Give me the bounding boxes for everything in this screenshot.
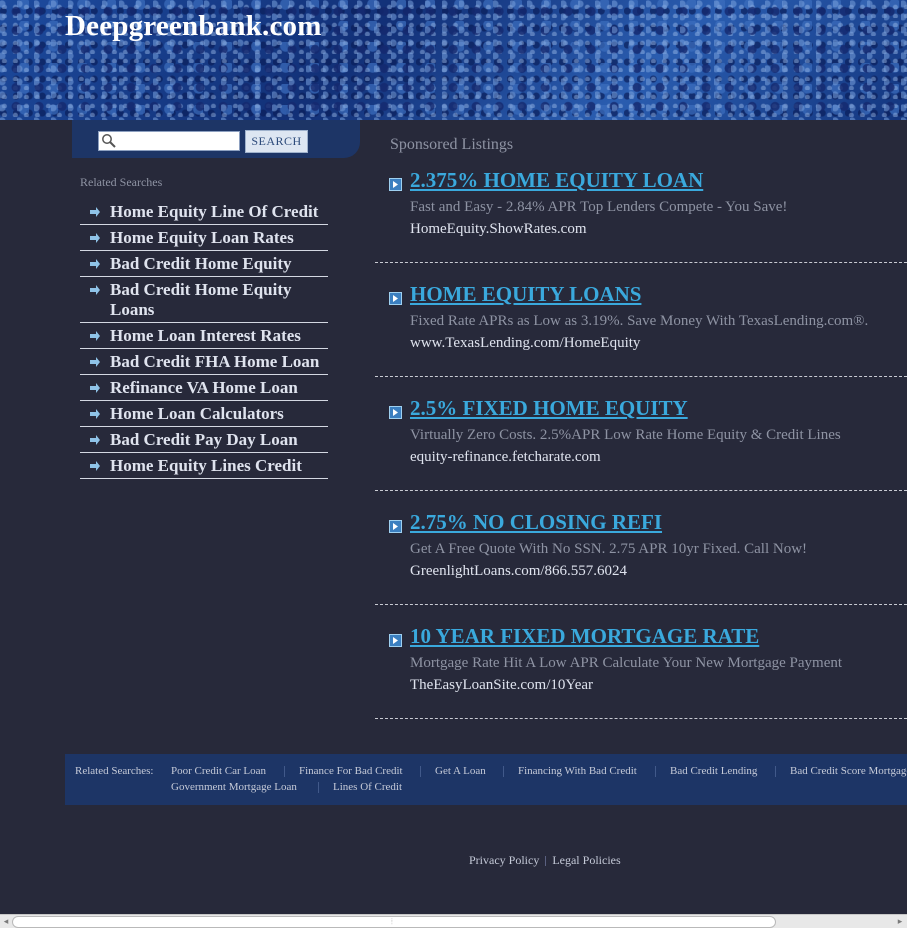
related-item-label: Bad Credit FHA Home Loan <box>110 352 320 371</box>
scrollbar-thumb[interactable]: ⦙ <box>12 916 776 928</box>
related-item[interactable]: Refinance VA Home Loan <box>80 375 328 401</box>
arrow-bullet-icon <box>90 331 100 341</box>
magnifier-icon <box>102 134 116 148</box>
footer-link[interactable]: Lines Of Credit <box>333 781 402 793</box>
ad-url[interactable]: GreenlightLoans.com/866.557.6024 <box>410 563 627 580</box>
footer-related-label: Related Searches: <box>75 765 154 777</box>
search-field[interactable] <box>98 131 240 151</box>
ad-listing: 2.375% HOME EQUITY LOAN Fast and Easy - … <box>375 148 907 263</box>
related-item[interactable]: Home Loan Interest Rates <box>80 323 328 349</box>
related-item[interactable]: Home Equity Line Of Credit <box>80 199 328 225</box>
bottom-links: Privacy Policy Legal Policies <box>469 853 621 868</box>
search-button[interactable]: SEARCH <box>245 130 308 153</box>
related-item-label: Refinance VA Home Loan <box>110 378 298 397</box>
arrow-box-icon <box>389 634 402 647</box>
footer-divider <box>655 766 656 777</box>
related-item-label: Bad Credit Pay Day Loan <box>110 430 298 449</box>
footer-link[interactable]: Get A Loan <box>435 765 486 777</box>
horizontal-scrollbar[interactable]: ◂ ⦙ ▸ <box>0 914 907 928</box>
related-item-label: Bad Credit Home Equity Loans <box>110 280 292 319</box>
related-searches-label: Related Searches <box>80 175 163 189</box>
related-item-label: Home Equity Loan Rates <box>110 228 294 247</box>
footer-related-bar: Related Searches: Poor Credit Car Loan F… <box>65 754 907 805</box>
legal-policies-link[interactable]: Legal Policies <box>552 853 620 867</box>
site-title[interactable]: Deepgreenbank.com <box>65 10 322 43</box>
related-item[interactable]: Bad Credit FHA Home Loan <box>80 349 328 375</box>
arrow-bullet-icon <box>90 259 100 269</box>
arrow-box-icon <box>389 178 402 191</box>
ad-title-link[interactable]: 2.375% HOME EQUITY LOAN <box>410 168 703 193</box>
header-banner: Deepgreenbank.com <box>0 0 907 120</box>
ad-description: Virtually Zero Costs. 2.5%APR Low Rate H… <box>410 427 841 443</box>
ad-listing: 10 YEAR FIXED MORTGAGE RATE Mortgage Rat… <box>375 604 907 719</box>
arrow-bullet-icon <box>90 285 100 295</box>
arrow-bullet-icon <box>90 207 100 217</box>
search-input[interactable] <box>117 132 237 148</box>
related-searches-list: Home Equity Line Of Credit Home Equity L… <box>80 199 328 479</box>
related-item[interactable]: Home Equity Lines Credit <box>80 453 328 479</box>
ad-url[interactable]: HomeEquity.ShowRates.com <box>410 221 587 238</box>
footer-link[interactable]: Bad Credit Lending <box>670 765 757 777</box>
footer-link[interactable]: Finance For Bad Credit <box>299 765 403 777</box>
privacy-policy-link[interactable]: Privacy Policy <box>469 853 539 867</box>
footer-divider <box>420 766 421 777</box>
related-item[interactable]: Home Loan Calculators <box>80 401 328 427</box>
ad-listing: HOME EQUITY LOANS Fixed Rate APRs as Low… <box>375 262 907 377</box>
arrow-bullet-icon <box>90 461 100 471</box>
related-item[interactable]: Bad Credit Home Equity <box>80 251 328 277</box>
related-item-label: Bad Credit Home Equity <box>110 254 292 273</box>
footer-divider <box>503 766 504 777</box>
related-item-label: Home Equity Lines Credit <box>110 456 302 475</box>
ad-url[interactable]: TheEasyLoanSite.com/10Year <box>410 677 593 694</box>
footer-divider <box>284 766 285 777</box>
related-item-label: Home Loan Interest Rates <box>110 326 301 345</box>
footer-link[interactable]: Financing With Bad Credit <box>518 765 637 777</box>
footer-divider <box>775 766 776 777</box>
footer-link[interactable]: Bad Credit Score Mortgage <box>790 765 907 777</box>
arrow-box-icon <box>389 520 402 533</box>
ad-description: Fixed Rate APRs as Low as 3.19%. Save Mo… <box>410 313 869 329</box>
ad-url[interactable]: equity-refinance.fetcharate.com <box>410 449 601 466</box>
footer-link[interactable]: Government Mortgage Loan <box>171 781 297 793</box>
related-item[interactable]: Bad Credit Pay Day Loan <box>80 427 328 453</box>
arrow-bullet-icon <box>90 233 100 243</box>
related-item-label: Home Loan Calculators <box>110 404 284 423</box>
ad-title-link[interactable]: 2.5% FIXED HOME EQUITY <box>410 396 688 421</box>
arrow-bullet-icon <box>90 357 100 367</box>
arrow-box-icon <box>389 406 402 419</box>
ad-description: Fast and Easy - 2.84% APR Top Lenders Co… <box>410 199 788 215</box>
page: Deepgreenbank.com SEARCH Related Searche… <box>0 0 907 928</box>
bottom-link-divider <box>545 856 547 867</box>
ad-listing: 2.75% NO CLOSING REFI Get A Free Quote W… <box>375 490 907 605</box>
ad-description: Mortgage Rate Hit A Low APR Calculate Yo… <box>410 655 843 671</box>
scrollbar-grip-icon: ⦙ <box>391 917 393 926</box>
footer-link[interactable]: Poor Credit Car Loan <box>171 765 266 777</box>
ad-listing: 2.5% FIXED HOME EQUITY Virtually Zero Co… <box>375 376 907 491</box>
ad-title-link[interactable]: HOME EQUITY LOANS <box>410 282 641 307</box>
ad-title-link[interactable]: 10 YEAR FIXED MORTGAGE RATE <box>410 624 759 649</box>
ad-url[interactable]: www.TexasLending.com/HomeEquity <box>410 335 640 352</box>
footer-divider <box>318 782 319 793</box>
related-item[interactable]: Home Equity Loan Rates <box>80 225 328 251</box>
ad-title-link[interactable]: 2.75% NO CLOSING REFI <box>410 510 662 535</box>
arrow-bullet-icon <box>90 409 100 419</box>
arrow-box-icon <box>389 292 402 305</box>
scroll-right-arrow-icon[interactable]: ▸ <box>895 916 905 928</box>
ad-description: Get A Free Quote With No SSN. 2.75 APR 1… <box>410 541 808 557</box>
search-panel: SEARCH <box>72 120 360 158</box>
arrow-bullet-icon <box>90 383 100 393</box>
related-item[interactable]: Bad Credit Home Equity Loans <box>80 277 328 323</box>
related-item-label: Home Equity Line Of Credit <box>110 202 319 221</box>
arrow-bullet-icon <box>90 435 100 445</box>
scroll-left-arrow-icon[interactable]: ◂ <box>1 916 11 928</box>
